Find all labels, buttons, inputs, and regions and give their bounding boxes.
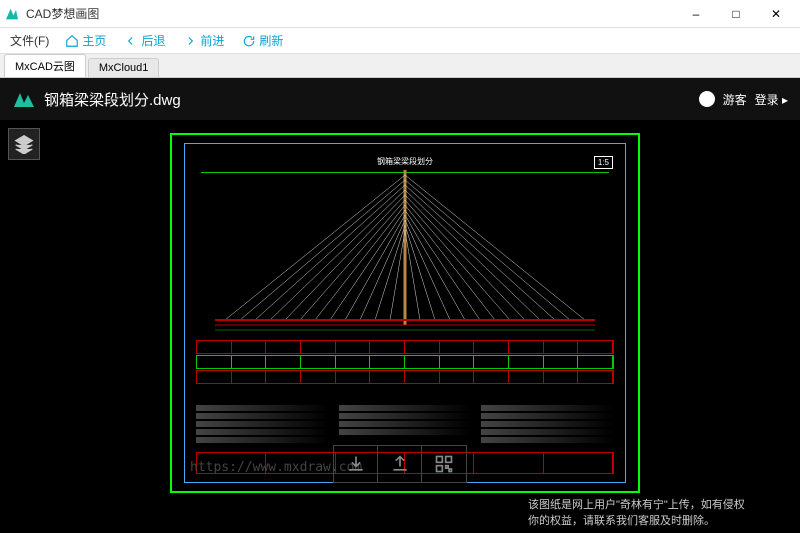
- share-button[interactable]: [378, 446, 422, 482]
- maximize-button[interactable]: □: [716, 0, 756, 28]
- home-icon: [65, 34, 79, 48]
- file-menu[interactable]: 文件(F): [6, 30, 53, 51]
- bridge-diagram: [191, 170, 619, 340]
- back-icon: [124, 34, 138, 48]
- footer-line1: 该图纸是网上用户"奇林有宁"上传，如有侵权: [528, 498, 792, 513]
- bottom-toolbar: [333, 445, 467, 483]
- title-bar: CAD梦想画图 – □ ✕: [0, 0, 800, 28]
- drawing-canvas[interactable]: 钢箱梁梁段划分 1:5: [170, 133, 640, 493]
- footer-line2: 你的权益，请联系我们客服及时删除。: [528, 514, 792, 529]
- app-icon: [4, 6, 20, 22]
- scale-badge: 1:5: [594, 156, 613, 169]
- close-button[interactable]: ✕: [756, 0, 796, 28]
- refresh-button[interactable]: 刷新: [236, 30, 289, 51]
- footer-notice: 该图纸是网上用户"奇林有宁"上传，如有侵权 你的权益，请联系我们客服及时删除。: [520, 494, 800, 533]
- qrcode-button[interactable]: [422, 446, 466, 482]
- drawing-content: 钢箱梁梁段划分 1:5: [191, 150, 619, 476]
- tab-bar: MxCAD云图 MxCloud1: [0, 54, 800, 78]
- minimize-button[interactable]: –: [676, 0, 716, 28]
- layers-button[interactable]: [8, 128, 40, 160]
- refresh-icon: [242, 34, 256, 48]
- viewer-header: 钢箱梁梁段划分.dwg 游客 登录 ▸: [0, 78, 800, 120]
- menu-bar: 文件(F) 主页 后退 前进 刷新: [0, 28, 800, 54]
- home-button[interactable]: 主页: [59, 30, 112, 51]
- drawing-frame: 钢箱梁梁段划分 1:5: [184, 143, 626, 483]
- login-button[interactable]: 登录 ▸: [755, 91, 788, 108]
- user-area: 游客 登录 ▸: [699, 91, 788, 108]
- table-row: [196, 340, 614, 354]
- avatar[interactable]: [699, 91, 715, 107]
- download-button[interactable]: [334, 446, 378, 482]
- forward-icon: [183, 34, 197, 48]
- share-icon: [390, 454, 410, 474]
- logo-icon: [12, 87, 36, 111]
- layers-icon: [14, 134, 34, 154]
- tab-mxcloud1[interactable]: MxCloud1: [88, 58, 160, 77]
- table-row: [196, 355, 614, 369]
- tab-mxcad-cloud[interactable]: MxCAD云图: [4, 54, 86, 77]
- download-icon: [346, 454, 366, 474]
- filename-label: 钢箱梁梁段划分.dwg: [44, 89, 691, 110]
- drawing-title: 钢箱梁梁段划分: [377, 156, 433, 167]
- viewer-area: 钢箱梁梁段划分.dwg 游客 登录 ▸ 钢箱梁梁段划分 1:5: [0, 78, 800, 533]
- qrcode-icon: [434, 454, 454, 474]
- table-row: [196, 370, 614, 384]
- data-table: [196, 340, 614, 400]
- window-title: CAD梦想画图: [26, 5, 676, 22]
- guest-label: 游客: [723, 91, 747, 108]
- back-button[interactable]: 后退: [118, 30, 171, 51]
- forward-button[interactable]: 前进: [177, 30, 230, 51]
